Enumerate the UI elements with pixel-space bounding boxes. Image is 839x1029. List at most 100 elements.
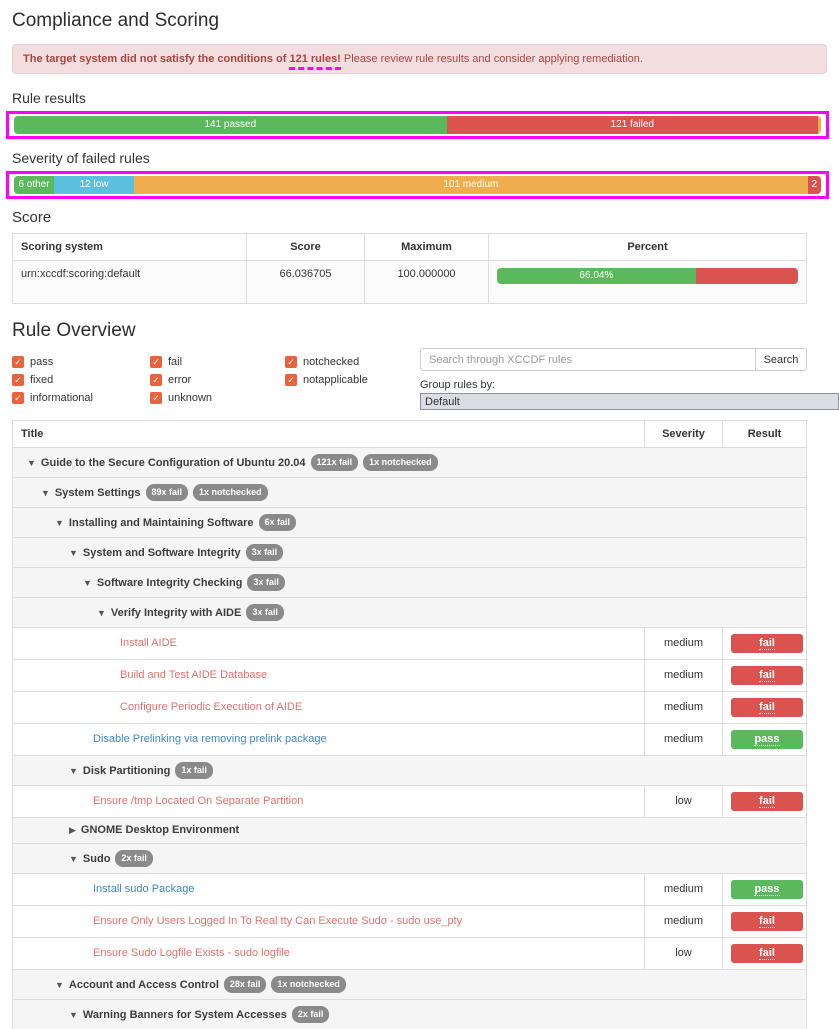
expanded-arrow-icon[interactable]: ▼ [69,853,78,866]
alert-rest-text: Please review rule results and consider … [341,53,643,65]
result-badge-fail[interactable]: fail [731,792,803,811]
result-label: fail [759,637,775,650]
count-badge: 6x fail [259,514,297,531]
count-badge: 1x notchecked [193,484,268,501]
maximum-value: 100.000000 [365,261,489,304]
search-and-group-controls: Search Group rules by: Default [420,348,839,410]
rule-link[interactable]: Ensure Sudo Logfile Exists - sudo logfil… [93,947,290,959]
checkbox-checked-icon[interactable]: ✓ [12,374,24,386]
expanded-arrow-icon[interactable]: ▼ [55,979,64,992]
rule-link[interactable]: Ensure /tmp Located On Separate Partitio… [93,795,303,807]
filter-label: informational [30,392,93,404]
severity-value: medium [645,628,723,660]
group-by-select[interactable]: Default [420,393,839,410]
filter-notchecked: ✓ notchecked [285,356,420,368]
group-title[interactable]: System and Software Integrity [83,547,241,559]
section-heading-score: Score [12,209,839,226]
page-title: Compliance and Scoring [12,10,839,32]
table-row: ▼System and Software Integrity3x fail [13,538,807,568]
section-heading-rule-overview: Rule Overview [12,320,839,342]
count-badge: 121x fail [311,454,359,471]
result-badge-fail[interactable]: fail [731,634,803,653]
search-button[interactable]: Search [755,348,807,371]
table-row: Ensure Sudo Logfile Exists - sudo logfil… [13,938,807,970]
result-badge-pass[interactable]: pass [731,880,803,899]
group-title[interactable]: GNOME Desktop Environment [81,824,239,836]
result-label: fail [759,669,775,682]
bar-segment-other [818,116,821,134]
group-title[interactable]: Sudo [83,853,111,865]
result-badge-fail[interactable]: fail [731,912,803,931]
filter-label: fail [168,356,182,368]
table-row: ▼ Guide to the Secure Configuration of Ub… [13,448,807,478]
score-percent-bar: 66.04% [497,268,798,284]
group-title[interactable]: Disk Partitioning [83,765,170,777]
severity-value: medium [645,692,723,724]
expanded-arrow-icon[interactable]: ▼ [69,1009,78,1022]
result-badge-fail[interactable]: fail [731,698,803,717]
table-row: Ensure Only Users Logged In To Real tty … [13,906,807,938]
expanded-arrow-icon[interactable]: ▼ [27,457,36,470]
count-badge: 1x notchecked [363,454,438,471]
report-page: Compliance and Scoring The target system… [0,10,839,1029]
checkbox-checked-icon[interactable]: ✓ [285,374,297,386]
result-badge-pass[interactable]: pass [731,730,803,749]
checkbox-checked-icon[interactable]: ✓ [150,374,162,386]
table-row: ▼Verify Integrity with AIDE3x fail [13,598,807,628]
expanded-arrow-icon[interactable]: ▼ [69,765,78,778]
group-title[interactable]: Installing and Maintaining Software [69,517,254,529]
group-title[interactable]: Guide to the Secure Configuration of Ubu… [41,457,306,469]
expanded-arrow-icon[interactable]: ▼ [55,517,64,530]
rule-results-bar: 141 passed121 failed [14,116,821,134]
rule-link[interactable]: Disable Prelinking via removing prelink … [93,733,327,745]
result-filter-checkboxes: ✓pass✓fixed✓informational✓fail✓error✓unk… [12,348,420,410]
filter-error: ✓error [150,374,285,386]
collapsed-arrow-icon[interactable]: ▶ [69,824,76,837]
section-heading-rule-results: Rule results [12,90,839,106]
table-row: ▼Warning Banners for System Accesses2x f… [13,1000,807,1029]
search-input[interactable] [420,348,756,371]
score-header-score: Score [247,234,365,261]
expanded-arrow-icon[interactable]: ▼ [97,607,106,620]
group-title[interactable]: Warning Banners for System Accesses [83,1009,287,1021]
rule-link[interactable]: Configure Periodic Execution of AIDE [120,701,302,713]
table-row: ▼ Installing and Maintaining Software 6x f… [13,508,807,538]
count-badge: 2x fail [115,850,153,867]
checkbox-checked-icon[interactable]: ✓ [150,392,162,404]
filter-pass: ✓pass [12,356,150,368]
rule-link[interactable]: Build and Test AIDE Database [120,669,267,681]
expanded-arrow-icon[interactable]: ▼ [41,487,50,500]
result-label: fail [759,947,775,960]
group-title[interactable]: System Settings [55,487,141,499]
filter-notapplicable: ✓notapplicable [285,374,420,386]
expanded-arrow-icon[interactable]: ▼ [69,547,78,560]
severity-value: low [645,938,723,970]
rule-link[interactable]: Ensure Only Users Logged In To Real tty … [93,915,462,927]
group-title[interactable]: Software Integrity Checking [97,577,242,589]
checkbox-checked-icon[interactable]: ✓ [12,392,24,404]
filter-label: notchecked [303,356,359,368]
expanded-arrow-icon[interactable]: ▼ [83,577,92,590]
result-badge-fail[interactable]: fail [731,944,803,963]
checkbox-checked-icon[interactable]: ✓ [150,356,162,368]
score-percent-red-segment [696,268,798,284]
annotation-box-severity: 6 other12 low101 medium2 [6,171,829,199]
bar-segment-high: 2 [808,176,821,194]
table-row: Ensure /tmp Located On Separate Partitio… [13,786,807,818]
scoring-system-value: urn:xccdf:scoring:default [13,261,247,304]
rule-link[interactable]: Install AIDE [120,637,177,649]
group-title[interactable]: Verify Integrity with AIDE [111,607,241,619]
rule-link[interactable]: Install sudo Package [93,883,195,895]
search-row: Search [420,348,807,371]
checkbox-checked-icon[interactable]: ✓ [285,356,297,368]
filter-unknown: ✓unknown [150,392,285,404]
score-percent-green-segment: 66.04% [497,268,696,284]
checkbox-checked-icon[interactable]: ✓ [12,356,24,368]
score-header-percent: Percent [489,234,807,261]
group-title[interactable]: Account and Access Control [69,979,219,991]
table-row: ▼System Settings89x fail1x notchecked [13,478,807,508]
result-label: fail [759,915,775,928]
table-row: Disable Prelinking via removing prelink … [13,724,807,756]
result-badge-fail[interactable]: fail [731,666,803,685]
result-label: fail [759,795,775,808]
